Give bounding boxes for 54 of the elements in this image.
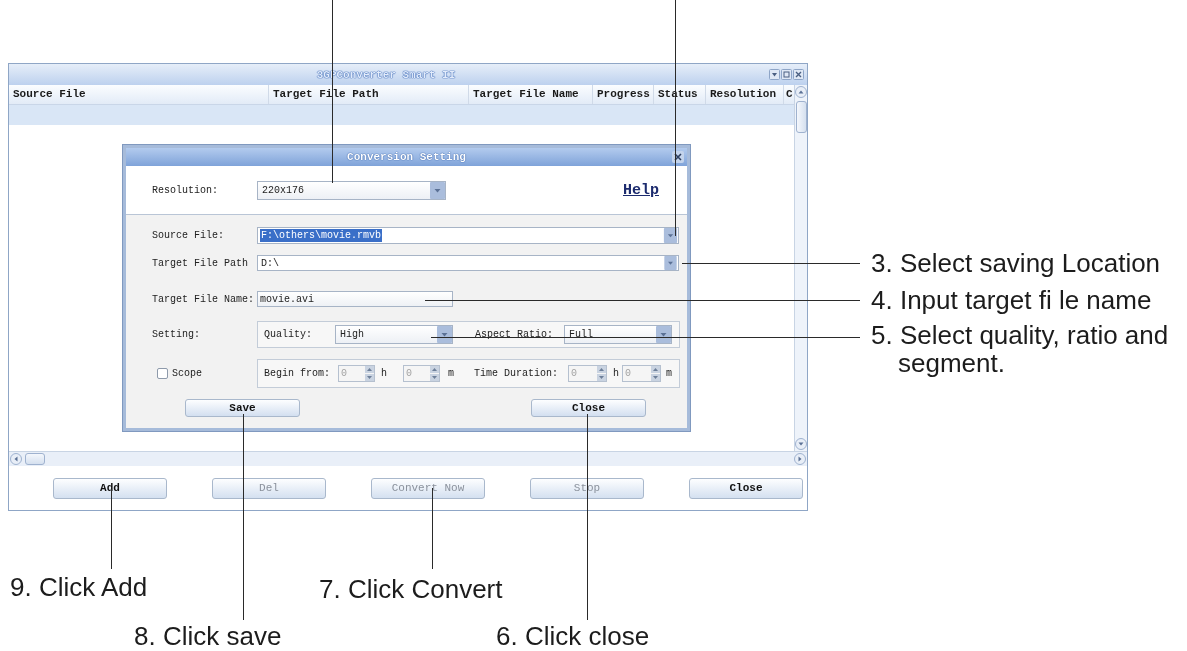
horizontal-scrollbar[interactable]	[9, 451, 807, 466]
field-label: Setting:	[151, 329, 201, 340]
scope-checkbox[interactable]	[157, 368, 168, 379]
scroll-down-icon[interactable]	[795, 438, 807, 450]
close-icon[interactable]	[793, 69, 804, 80]
callout-text: 9. Click Add	[10, 573, 148, 601]
column-header: Source File	[9, 85, 269, 104]
field-label: Target File Name:	[151, 293, 256, 305]
column-header: Target File Name	[469, 85, 593, 104]
help-link[interactable]: Help	[623, 181, 659, 199]
callout-text: 6. Click close	[496, 622, 650, 650]
scroll-right-icon[interactable]	[794, 453, 806, 465]
field-label: Source File:	[151, 230, 225, 241]
scroll-thumb[interactable]	[25, 453, 45, 465]
save-button[interactable]: Save	[185, 399, 300, 417]
triangle-down-icon[interactable]	[769, 69, 780, 80]
target-path-field[interactable]: D:\	[257, 255, 679, 271]
scroll-left-icon[interactable]	[10, 453, 22, 465]
spinner-icon[interactable]	[430, 366, 440, 381]
target-name-field[interactable]: movie.avi	[257, 291, 453, 307]
dialog-title: Conversion Setting	[347, 151, 466, 163]
close-icon[interactable]	[672, 151, 684, 163]
field-label: Target File Path	[151, 257, 249, 269]
unit-label: m	[666, 368, 673, 379]
close-button[interactable]: Close	[531, 399, 646, 417]
callout-text: 8. Click save	[134, 622, 282, 650]
scroll-up-icon[interactable]	[795, 86, 807, 98]
callout-text: 3. Select saving Location	[871, 249, 1161, 277]
unit-label: h	[613, 368, 620, 379]
callout-text: 5. Select quality, ratio and segment.	[871, 321, 1170, 377]
callout-text: 4. Input target fi le name	[871, 286, 1152, 314]
add-button[interactable]: Add	[53, 477, 167, 499]
column-header: Resolution	[706, 85, 784, 104]
vertical-scrollbar[interactable]	[794, 85, 807, 451]
column-header: Progress	[593, 85, 654, 104]
field-label: Time Duration:	[474, 368, 559, 379]
maximize-icon[interactable]	[781, 69, 792, 80]
column-header: C	[785, 87, 794, 102]
highlighted-text: F:\others\movie.rmvb	[260, 229, 383, 242]
spinner-icon[interactable]	[651, 366, 661, 381]
checkbox-label: Scope	[172, 368, 202, 379]
field-label: Begin from:	[264, 368, 330, 379]
close-button[interactable]: Close	[689, 477, 803, 499]
spinner-icon[interactable]	[365, 366, 374, 381]
source-file-field[interactable]: F:\others\movie.rmvb	[257, 227, 679, 244]
field-label: Quality:	[264, 329, 313, 340]
field-label: Resolution:	[151, 184, 219, 196]
callout-text: 7. Click Convert	[319, 575, 503, 603]
resolution-dropdown[interactable]: 220x176	[257, 180, 446, 200]
scroll-thumb[interactable]	[795, 101, 807, 133]
spinner-icon[interactable]	[597, 366, 607, 381]
unit-label: m	[448, 368, 455, 379]
quality-dropdown[interactable]: High	[335, 325, 453, 344]
unit-label: h	[381, 368, 388, 379]
